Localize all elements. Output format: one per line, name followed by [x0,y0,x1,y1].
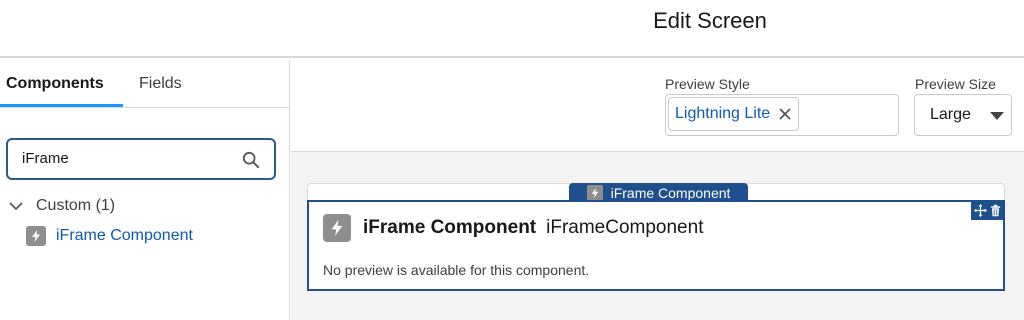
active-tab-indicator [0,104,123,107]
close-icon[interactable] [778,107,792,121]
lightning-icon [323,214,351,242]
preview-style-label: Preview Style [665,76,750,92]
panel-tabs: Components Fields [0,60,289,108]
iframe-component-card[interactable]: iFrame Component iFrameComponent No prev… [307,200,1005,291]
header: Edit Screen [0,0,1024,58]
preview-style-field[interactable]: Lightning Lite [665,94,899,136]
tab-components[interactable]: Components [6,75,104,93]
lightning-icon [586,184,603,201]
component-name: iFrame Component [363,217,537,238]
preview-size-label: Preview Size [915,76,996,92]
custom-group-toggle[interactable]: Custom (1) [8,196,115,216]
search-box[interactable] [6,138,276,180]
lightning-icon [26,226,46,246]
page-title: Edit Screen [653,8,767,33]
preview-size-value: Large [930,106,971,123]
preview-toolbar: Preview Style Lightning Lite Preview Siz… [291,60,1024,152]
search-input[interactable] [22,150,222,167]
selected-component-tab-label: iFrame Component [610,184,731,201]
components-panel: Components Fields Custom (1) iFrame Comp… [0,60,290,320]
component-item-label: iFrame Component [56,227,193,244]
trash-icon[interactable] [989,204,1002,217]
dropdown-arrow-icon [990,112,1004,120]
preview-size-select[interactable]: Large [914,94,1012,136]
component-title: iFrame Component iFrameComponent [323,214,703,242]
component-actions [971,200,1005,220]
no-preview-message: No preview is available for this compone… [323,262,590,278]
move-icon[interactable] [974,203,987,217]
component-item-iframe[interactable]: iFrame Component [26,226,193,246]
group-label: Custom (1) [36,197,116,214]
component-api-name: iFrameComponent [546,217,704,238]
preview-area: Preview Style Lightning Lite Preview Siz… [291,60,1024,320]
search-icon[interactable] [242,151,260,169]
tab-fields[interactable]: Fields [139,75,182,93]
preview-style-value: Lightning Lite [675,105,771,122]
preview-style-pill[interactable]: Lightning Lite [668,97,800,131]
chevron-down-icon [9,202,23,211]
screen-canvas: iFrame Component iFrame Component iFrame… [291,152,1024,320]
